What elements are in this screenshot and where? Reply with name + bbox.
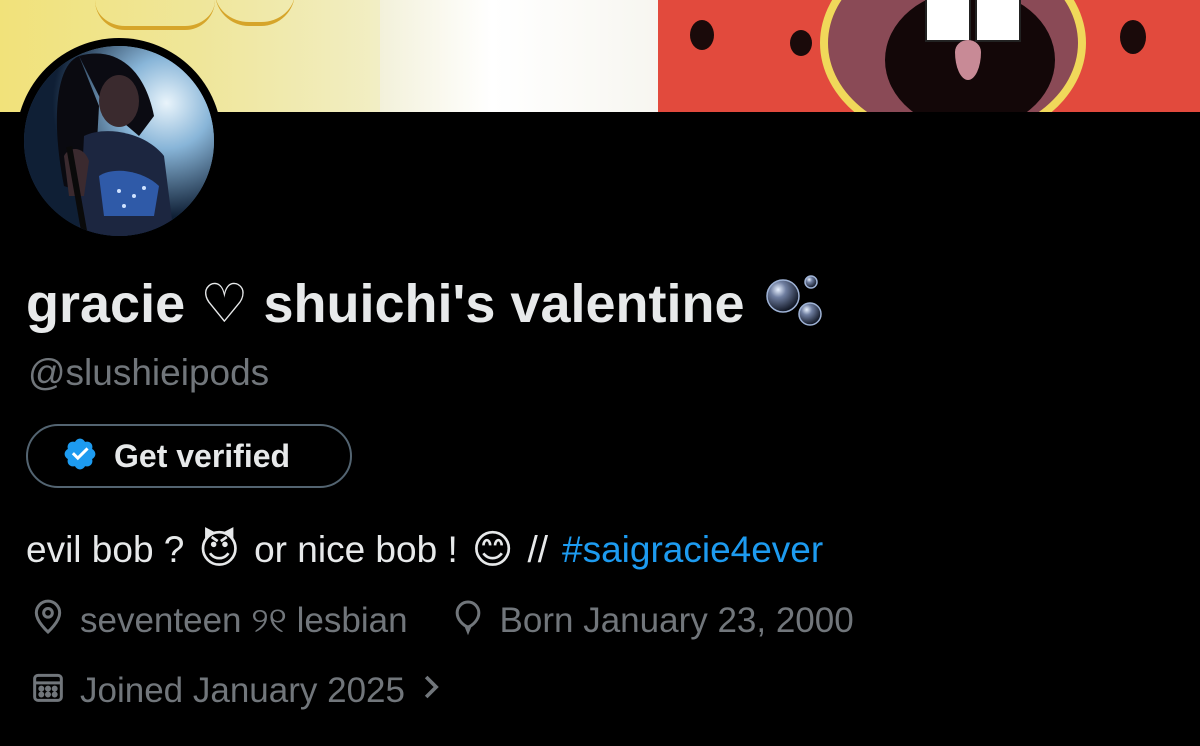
smiling-face-emoji: 😊	[471, 528, 514, 572]
banner-white-area	[380, 0, 660, 112]
bio-separator: //	[527, 529, 548, 570]
profile-meta-row: seventeen ୨୧ lesbian Born January 23, 20…	[28, 596, 854, 646]
bubbles-icon	[763, 270, 825, 337]
banner-spot	[790, 30, 812, 56]
display-name-row: gracie ♡ shuichi's valentine	[26, 268, 825, 338]
joined-item[interactable]: Joined January 2025	[28, 667, 447, 716]
birthday-text: Born January 23, 2000	[499, 601, 854, 640]
get-verified-label: Get verified	[114, 437, 291, 474]
bio-text: evil bob ?	[26, 529, 185, 570]
profile-page: gracie ♡ shuichi's valentine @slushieipo…	[0, 0, 1200, 746]
banner-spot	[690, 20, 714, 50]
location-pin-icon	[28, 597, 68, 646]
get-verified-button[interactable]: Get verified	[26, 424, 352, 488]
verified-badge-icon	[62, 436, 98, 477]
location-text: seventeen ୨୧ lesbian	[80, 601, 408, 640]
username-handle: @slushieipods	[28, 352, 270, 393]
calendar-icon	[28, 667, 68, 716]
chevron-right-icon	[417, 667, 447, 716]
avatar[interactable]	[24, 46, 214, 236]
banner-tooth	[925, 0, 971, 42]
balloon-icon	[448, 597, 488, 646]
location-item: seventeen ୨୧ lesbian	[28, 597, 408, 646]
birthday-item: Born January 23, 2000	[448, 597, 854, 646]
profile-bio: evil bob ? 😈 or nice bob ! 😊 // #saigrac…	[26, 522, 823, 578]
banner-tooth	[975, 0, 1021, 42]
hashtag-link[interactable]: #saigracie4ever	[562, 529, 823, 571]
joined-row[interactable]: Joined January 2025	[28, 666, 447, 716]
banner-spot	[1120, 20, 1146, 54]
banner-squiggle	[95, 0, 215, 30]
avatar-photo	[24, 46, 214, 236]
joined-text: Joined January 2025	[80, 671, 405, 710]
bio-text: or nice bob !	[254, 529, 458, 570]
display-name: gracie ♡ shuichi's valentine	[26, 273, 745, 334]
smiling-devil-emoji: 😈	[198, 528, 241, 572]
